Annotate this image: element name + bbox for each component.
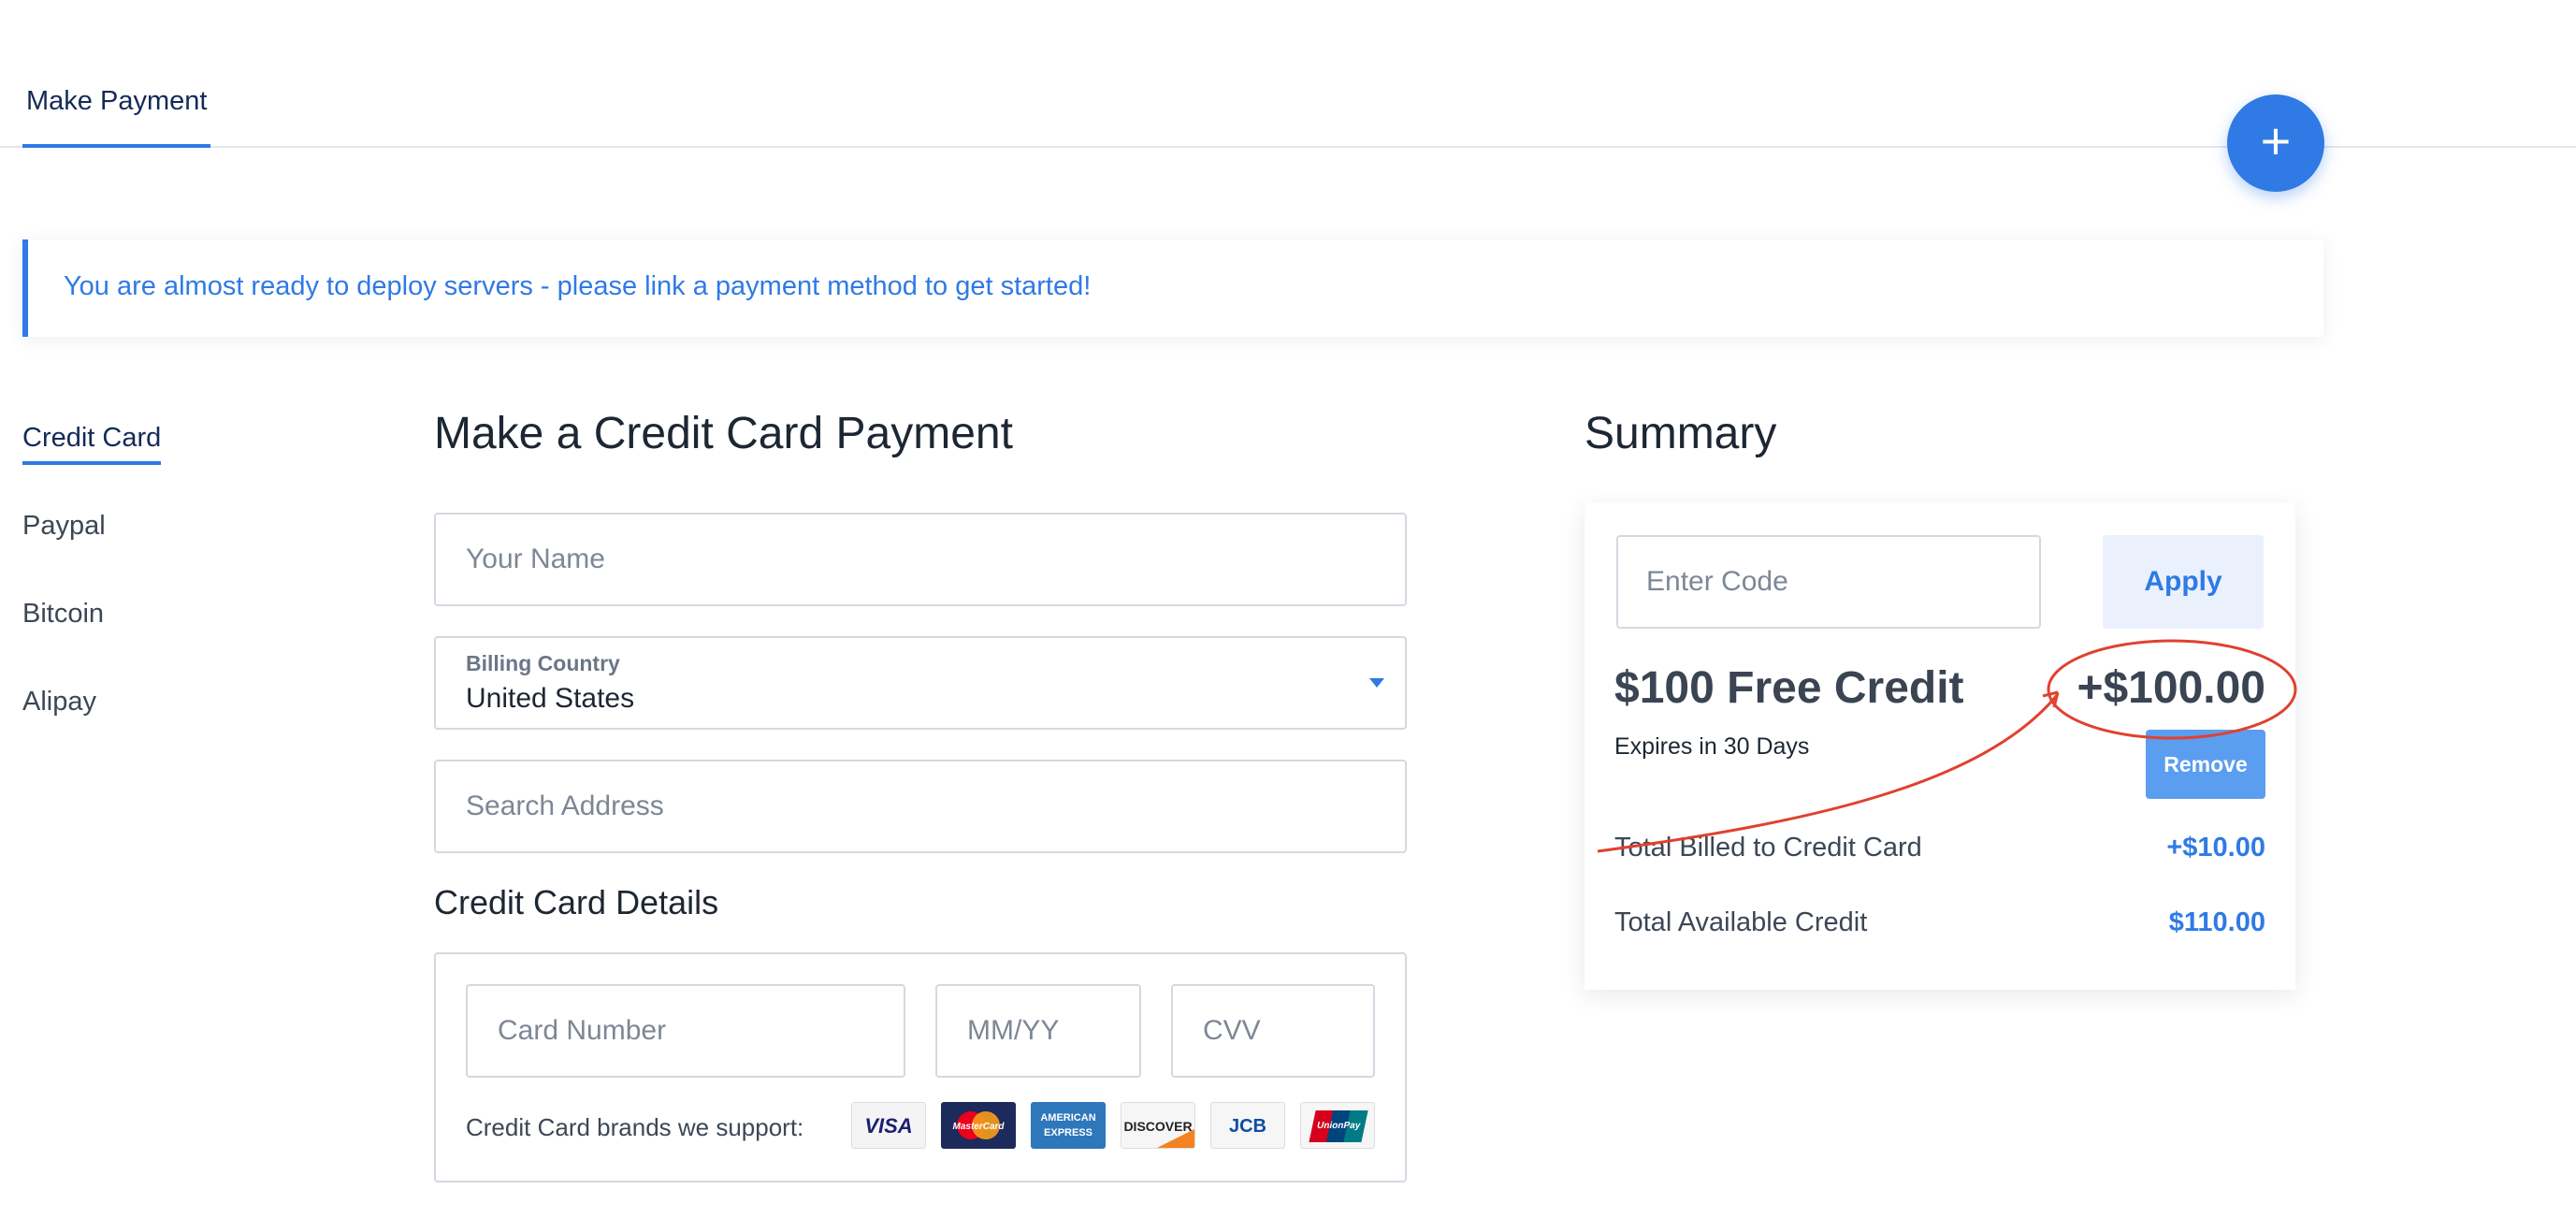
address-search-input[interactable] [434, 760, 1407, 853]
apply-button[interactable]: Apply [2103, 535, 2264, 629]
billed-row: Total Billed to Credit Card +$10.00 [1614, 833, 2265, 863]
info-banner-text: You are almost ready to deploy servers -… [64, 271, 1092, 301]
summary-card: Apply $100 Free Credit +$100.00 Expires … [1585, 503, 2295, 990]
name-input[interactable] [434, 513, 1407, 606]
amex-logo: AMERICAN EXPRESS [1031, 1102, 1106, 1149]
card-number-input[interactable] [466, 984, 905, 1078]
promo-expires: Expires in 30 Days [1614, 733, 1810, 760]
credit-card-form: Make a Credit Card Payment Billing Count… [434, 404, 1407, 1182]
tab-make-payment[interactable]: Make Payment [22, 86, 211, 148]
available-label: Total Available Credit [1614, 907, 1868, 937]
promo-code-input[interactable] [1616, 535, 2041, 629]
cc-details-box: Credit Card brands we support: VISA Mast… [434, 952, 1407, 1182]
form-title: Make a Credit Card Payment [434, 409, 1013, 458]
remove-button[interactable]: Remove [2146, 730, 2265, 799]
cc-details-title: Credit Card Details [434, 883, 719, 921]
nav-item-label: Bitcoin [22, 599, 105, 629]
expiry-input[interactable] [935, 984, 1141, 1078]
billed-value: +$10.00 [2166, 833, 2265, 863]
discover-logo: DISCOVER [1121, 1102, 1195, 1149]
nav-item-alipay[interactable]: Alipay [22, 687, 247, 775]
promo-amount: +$100.00 [2077, 663, 2265, 713]
unionpay-logo: UnionPay 银联 [1300, 1102, 1375, 1149]
available-row: Total Available Credit $110.00 [1614, 907, 2265, 938]
caret-down-icon [1369, 678, 1384, 688]
nav-item-label: Paypal [22, 511, 106, 541]
nav-item-label: Alipay [22, 687, 96, 717]
visa-logo: VISA [851, 1102, 926, 1149]
billing-country-value: United States [466, 683, 635, 714]
info-banner: You are almost ready to deploy servers -… [22, 239, 2323, 337]
brands-label: Credit Card brands we support: [466, 1113, 804, 1141]
payment-method-nav: Credit Card Paypal Bitcoin Alipay [22, 423, 247, 775]
cvv-input[interactable] [1171, 984, 1375, 1078]
summary-title: Summary [1585, 409, 1777, 458]
billing-country-select[interactable]: Billing Country United States [434, 636, 1407, 730]
mastercard-logo: MasterCard [941, 1102, 1016, 1149]
plus-icon: + [2260, 111, 2292, 170]
nav-item-label: Credit Card [22, 423, 162, 465]
billed-label: Total Billed to Credit Card [1614, 833, 1922, 863]
nav-item-paypal[interactable]: Paypal [22, 511, 247, 599]
billing-country-label: Billing Country [466, 651, 620, 675]
available-value: $110.00 [2168, 907, 2265, 937]
promo-name: $100 Free Credit [1614, 663, 1964, 713]
jcb-logo: JCB [1210, 1102, 1285, 1149]
top-tab-bar: Make Payment [0, 0, 2576, 148]
add-button[interactable]: + [2227, 94, 2324, 192]
svg-text:MasterCard: MasterCard [952, 1122, 1005, 1132]
tab-make-payment-label: Make Payment [26, 86, 208, 116]
nav-item-bitcoin[interactable]: Bitcoin [22, 599, 247, 687]
nav-item-credit-card[interactable]: Credit Card [22, 423, 247, 511]
